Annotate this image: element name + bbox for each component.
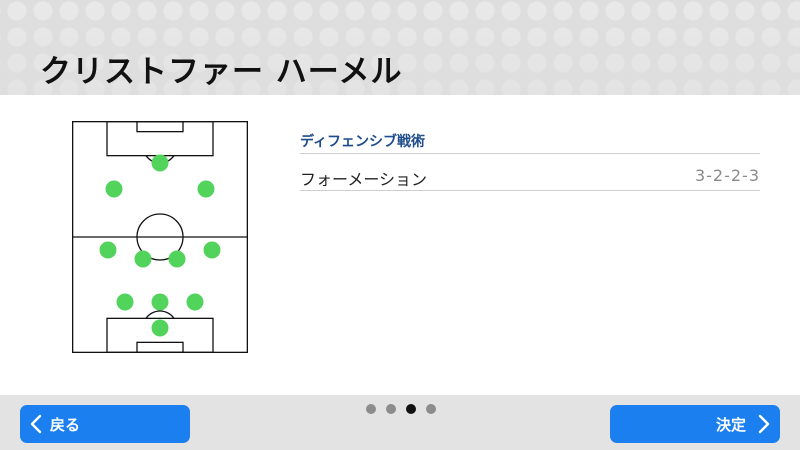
row-divider xyxy=(300,190,760,191)
top-penalty-area xyxy=(106,121,214,157)
player-marker xyxy=(151,319,169,337)
player-marker xyxy=(168,250,186,268)
formation-value: 3-2-2-3 xyxy=(694,166,760,185)
section-title-defensive-tactics: ディフェンシブ戦術 xyxy=(300,134,426,150)
header-bar: クリストファー ハーメル xyxy=(0,0,800,95)
page-dot[interactable] xyxy=(426,404,436,414)
player-marker xyxy=(99,241,117,259)
page-dot[interactable] xyxy=(366,404,376,414)
chevron-right-icon xyxy=(758,414,770,434)
back-button[interactable]: 戻る xyxy=(20,405,190,443)
formation-label: フォーメーション xyxy=(300,170,428,189)
page-indicator xyxy=(366,404,436,414)
player-markers xyxy=(99,154,221,337)
player-marker xyxy=(151,154,169,172)
player-marker xyxy=(151,293,169,311)
top-goal-area xyxy=(136,121,184,133)
player-marker xyxy=(186,293,204,311)
player-marker xyxy=(105,180,123,198)
page-dot[interactable] xyxy=(386,404,396,414)
back-button-label: 戻る xyxy=(50,415,81,434)
chevron-left-icon xyxy=(30,414,42,434)
section-divider xyxy=(300,153,760,154)
player-marker xyxy=(197,180,215,198)
confirm-button-label: 決定 xyxy=(715,415,746,434)
main-content: ディフェンシブ戦術 フォーメーション 3-2-2-3 xyxy=(0,95,800,395)
player-marker xyxy=(134,250,152,268)
player-marker xyxy=(203,241,221,259)
page-dot-active[interactable] xyxy=(406,404,416,414)
footer-bar: 戻る 決定 xyxy=(0,395,800,450)
bottom-penalty-arc xyxy=(145,310,175,319)
player-marker xyxy=(116,293,134,311)
formation-pitch xyxy=(72,121,248,353)
page-title: クリストファー ハーメル xyxy=(40,54,403,90)
confirm-button[interactable]: 決定 xyxy=(610,405,780,443)
bottom-goal-area xyxy=(136,341,184,353)
